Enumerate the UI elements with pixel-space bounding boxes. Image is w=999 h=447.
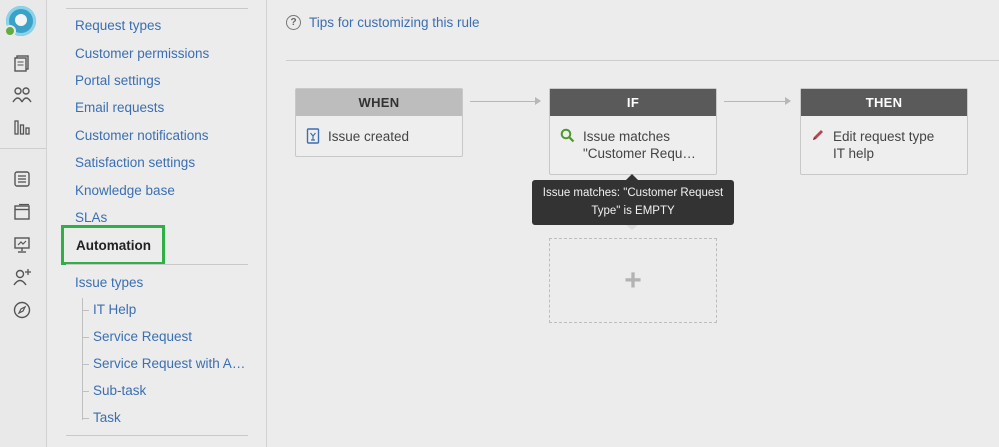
if-condition-text: Issue matches "Customer Requ… <box>583 128 696 162</box>
tips-link[interactable]: ? Tips for customizing this rule <box>286 15 480 30</box>
nav-divider <box>66 435 248 436</box>
bar-chart-icon[interactable] <box>12 117 32 137</box>
nav-item-satisfaction-settings[interactable]: Satisfaction settings <box>75 155 195 170</box>
monitor-icon[interactable] <box>12 235 32 255</box>
nav-divider <box>66 264 248 265</box>
tooltip-line2: Type" is EMPTY <box>591 205 675 217</box>
flow-arrow <box>724 97 791 105</box>
settings-nav: Request types Customer permissions Porta… <box>47 0 267 447</box>
nav-item-automation[interactable]: Automation <box>61 225 165 265</box>
then-action-text: Edit request type IT help <box>833 128 934 162</box>
document-icon[interactable] <box>12 53 32 73</box>
nav-subitem-task[interactable]: Task <box>93 410 121 425</box>
then-action-line1: Edit request type <box>833 129 935 144</box>
if-condition-line1: Issue matches <box>583 129 671 144</box>
tree-tick <box>82 391 89 392</box>
when-card-body: Issue created <box>296 116 462 160</box>
if-card-title: IF <box>550 89 716 116</box>
if-card[interactable]: IF Issue matches "Customer Requ… <box>549 88 717 175</box>
when-condition-text: Issue created <box>328 129 410 144</box>
tree-line <box>82 298 83 420</box>
nav-subitem-it-help[interactable]: IT Help <box>93 302 136 317</box>
pencil-icon <box>811 128 825 162</box>
when-card-title: WHEN <box>296 89 462 116</box>
then-action-line2: IT help <box>833 146 875 161</box>
nav-item-slas[interactable]: SLAs <box>75 210 107 225</box>
queue-icon[interactable] <box>12 169 32 189</box>
nav-subitem-service-request-approval[interactable]: Service Request with A… <box>93 356 245 371</box>
nav-item-portal-settings[interactable]: Portal settings <box>75 73 161 88</box>
tooltip-line1: Issue matches: "Customer Request <box>542 187 724 199</box>
tree-tick <box>82 310 89 311</box>
nav-item-email-requests[interactable]: Email requests <box>75 100 164 115</box>
tree-tick <box>82 364 89 365</box>
nav-item-request-types[interactable]: Request types <box>75 18 161 33</box>
condition-tooltip: Issue matches: "Customer Request Type" i… <box>532 174 734 230</box>
tips-label: Tips for customizing this rule <box>309 15 480 30</box>
compass-icon[interactable] <box>12 300 32 320</box>
plus-icon: + <box>624 263 642 297</box>
help-icon: ? <box>286 15 301 30</box>
flow-arrow <box>470 97 541 105</box>
nav-subitem-sub-task[interactable]: Sub-task <box>93 383 146 398</box>
nav-divider <box>66 8 248 9</box>
add-person-icon[interactable] <box>12 267 32 287</box>
search-icon <box>560 128 575 162</box>
then-card[interactable]: THEN Edit request type IT help <box>800 88 968 175</box>
rail-divider <box>0 148 46 149</box>
nav-item-customer-notifications[interactable]: Customer notifications <box>75 128 209 143</box>
add-component-button[interactable]: + <box>549 238 717 323</box>
then-card-title: THEN <box>801 89 967 116</box>
knowledge-icon[interactable] <box>12 202 32 222</box>
people-icon[interactable] <box>12 85 32 105</box>
rule-editor: ? Tips for customizing this rule WHEN Is… <box>268 0 999 447</box>
nav-subitem-service-request[interactable]: Service Request <box>93 329 192 344</box>
if-condition-line2: "Customer Requ… <box>583 146 696 161</box>
nav-item-automation-label: Automation <box>76 237 151 253</box>
nav-item-issue-types[interactable]: Issue types <box>75 275 143 290</box>
section-divider <box>286 60 999 61</box>
tree-tick <box>82 418 89 419</box>
when-card[interactable]: WHEN Issue created <box>295 88 463 157</box>
nav-item-knowledge-base[interactable]: Knowledge base <box>75 183 175 198</box>
nav-item-customer-permissions[interactable]: Customer permissions <box>75 46 209 61</box>
then-card-body: Edit request type IT help <box>801 116 967 174</box>
trigger-icon <box>306 128 320 148</box>
status-badge-icon <box>4 25 16 37</box>
icon-rail <box>0 0 47 447</box>
tree-tick <box>82 337 89 338</box>
if-card-body: Issue matches "Customer Requ… <box>550 116 716 174</box>
